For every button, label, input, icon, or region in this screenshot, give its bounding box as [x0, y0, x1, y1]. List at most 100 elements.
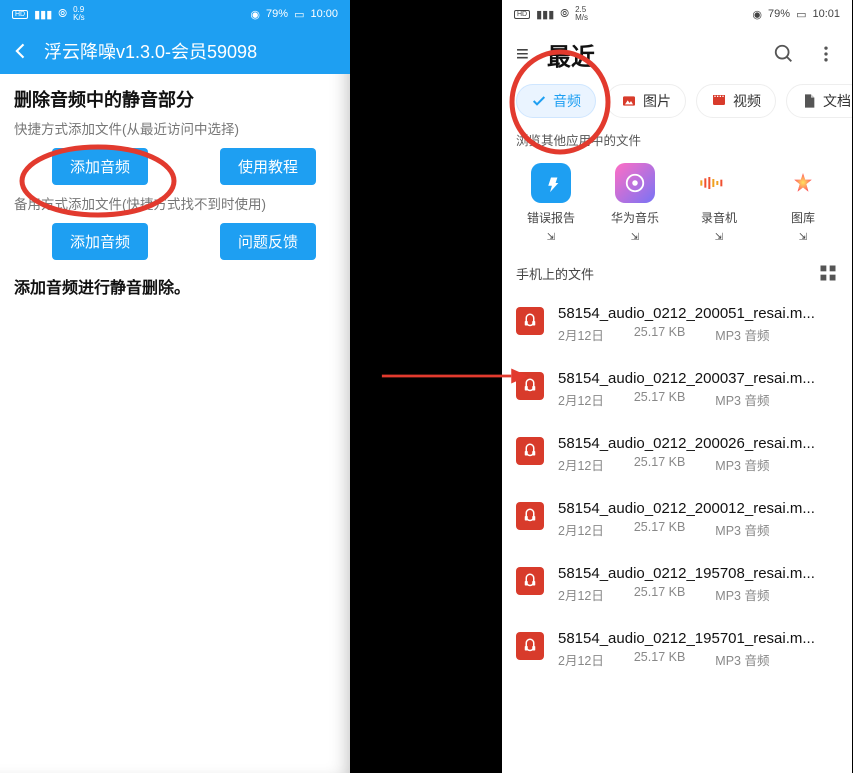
instruction-text: 添加音频进行静音删除。	[0, 268, 350, 304]
file-date: 2月12日	[558, 520, 604, 539]
audio-file-icon	[516, 632, 544, 660]
file-type: MP3 音频	[715, 455, 769, 474]
image-icon	[621, 93, 637, 109]
file-sub: 2月12日 25.17 KB MP3 音频	[558, 455, 838, 474]
audio-file-icon	[516, 437, 544, 465]
file-item[interactable]: 58154_audio_0212_195701_resai.m... 2月12日…	[502, 618, 852, 683]
shortcut-icon: ⇲	[799, 232, 807, 243]
app-hwmusic[interactable]: 华为音乐 ⇲	[600, 163, 670, 243]
files-on-phone-header: 手机上的文件	[502, 249, 852, 283]
back-icon[interactable]	[10, 40, 32, 62]
file-name: 58154_audio_0212_195708_resai.m...	[558, 565, 828, 582]
filter-chips: 音频 图片 视频 文档	[502, 80, 852, 126]
file-sub: 2月12日 25.17 KB MP3 音频	[558, 650, 838, 669]
hwmusic-icon	[615, 163, 655, 203]
app-gallery[interactable]: 图库 ⇲	[768, 163, 838, 243]
search-icon[interactable]	[772, 42, 796, 66]
files-on-phone-label: 手机上的文件	[516, 264, 594, 283]
file-meta: 58154_audio_0212_200012_resai.m... 2月12日…	[558, 500, 838, 539]
hamburger-icon[interactable]: ≡	[516, 41, 529, 67]
app-label: 图库	[791, 209, 815, 226]
file-name: 58154_audio_0212_200051_resai.m...	[558, 305, 828, 322]
chip-audio[interactable]: 音频	[516, 84, 596, 118]
file-size: 25.17 KB	[634, 520, 685, 539]
signal-icon: ▮▮▮	[34, 8, 52, 21]
more-icon[interactable]	[814, 42, 838, 66]
chip-label: 图片	[643, 91, 671, 111]
file-size: 25.17 KB	[634, 325, 685, 344]
battery-pct: 79%	[266, 8, 288, 20]
hd-icon: HD	[514, 10, 530, 19]
file-type: MP3 音频	[715, 650, 769, 669]
add-audio-button-2[interactable]: 添加音频	[52, 223, 148, 260]
file-date: 2月12日	[558, 390, 604, 409]
left-phone-screen: HD ▮▮▮ ⦾ 0.9K/s ◉ 79% ▭ 10:00 浮云降噪v1.3.0…	[0, 0, 350, 773]
file-name: 58154_audio_0212_200012_resai.m...	[558, 500, 828, 517]
shortcut-icon: ⇲	[631, 232, 639, 243]
file-type: MP3 音频	[715, 390, 769, 409]
wifi-icon: ⦾	[560, 8, 569, 21]
file-item[interactable]: 58154_audio_0212_200012_resai.m... 2月12日…	[502, 488, 852, 553]
net-speed: 2.5M/s	[575, 6, 588, 22]
file-size: 25.17 KB	[634, 455, 685, 474]
grid-view-icon[interactable]	[818, 263, 838, 283]
file-type: MP3 音频	[715, 325, 769, 344]
file-name: 58154_audio_0212_200037_resai.m...	[558, 370, 828, 387]
app-bar: 浮云降噪v1.3.0-会员59098	[0, 28, 350, 74]
tutorial-button[interactable]: 使用教程	[220, 148, 316, 185]
check-icon	[531, 93, 547, 109]
battery-pct: 79%	[768, 8, 790, 20]
battery-icon: ▭	[294, 8, 304, 21]
right-phone-screen: HD ▮▮▮ ⦾ 2.5M/s ◉ 79% ▭ 10:01 ≡ 最近	[502, 0, 852, 773]
app-label: 错误报告	[527, 209, 575, 226]
audio-file-icon	[516, 372, 544, 400]
chip-video[interactable]: 视频	[696, 84, 776, 118]
file-item[interactable]: 58154_audio_0212_200051_resai.m... 2月12日…	[502, 293, 852, 358]
signal-icon: ▮▮▮	[536, 8, 554, 21]
button-row-2: 添加音频 问题反馈	[0, 219, 350, 268]
file-date: 2月12日	[558, 585, 604, 604]
file-meta: 58154_audio_0212_195708_resai.m... 2月12日…	[558, 565, 838, 604]
app-recorder[interactable]: 录音机 ⇲	[684, 163, 754, 243]
app-bugreport[interactable]: 错误报告 ⇲	[516, 163, 586, 243]
status-right-icons: ◉ 79% ▭ 10:00	[250, 8, 338, 21]
eye-icon: ◉	[752, 8, 762, 21]
file-item[interactable]: 58154_audio_0212_200026_resai.m... 2月12日…	[502, 423, 852, 488]
file-size: 25.17 KB	[634, 390, 685, 409]
file-item[interactable]: 58154_audio_0212_195708_resai.m... 2月12日…	[502, 553, 852, 618]
bugreport-icon	[531, 163, 571, 203]
file-sub: 2月12日 25.17 KB MP3 音频	[558, 520, 838, 539]
audio-file-icon	[516, 567, 544, 595]
audio-file-icon	[516, 502, 544, 530]
file-date: 2月12日	[558, 455, 604, 474]
right-status-bar: HD ▮▮▮ ⦾ 2.5M/s ◉ 79% ▭ 10:01	[502, 0, 852, 28]
file-meta: 58154_audio_0212_200026_resai.m... 2月12日…	[558, 435, 838, 474]
file-list: 58154_audio_0212_200051_resai.m... 2月12日…	[502, 283, 852, 683]
file-item[interactable]: 58154_audio_0212_200037_resai.m... 2月12日…	[502, 358, 852, 423]
file-type: MP3 音频	[715, 520, 769, 539]
file-size: 25.17 KB	[634, 585, 685, 604]
file-sub: 2月12日 25.17 KB MP3 音频	[558, 325, 838, 344]
status-left-icons: HD ▮▮▮ ⦾ 0.9K/s	[12, 6, 85, 22]
chip-doc[interactable]: 文档	[786, 84, 852, 118]
feedback-button[interactable]: 问题反馈	[220, 223, 316, 260]
app-label: 录音机	[701, 209, 737, 226]
browse-apps-label: 浏览其他应用中的文件	[502, 126, 852, 153]
chip-label: 视频	[733, 91, 761, 111]
file-size: 25.17 KB	[634, 650, 685, 669]
recent-title: 最近	[547, 37, 595, 72]
file-meta: 58154_audio_0212_200037_resai.m... 2月12日…	[558, 370, 838, 409]
file-sub: 2月12日 25.17 KB MP3 音频	[558, 390, 838, 409]
wifi-icon: ⦾	[58, 8, 67, 21]
chip-image[interactable]: 图片	[606, 84, 686, 118]
recent-header: ≡ 最近	[502, 28, 852, 80]
hint-quick: 快捷方式添加文件(从最近访问中选择)	[0, 118, 350, 144]
chip-label: 音频	[553, 91, 581, 111]
apps-row: 错误报告 ⇲ 华为音乐 ⇲ 录音机 ⇲ 图库 ⇲	[502, 153, 852, 249]
app-title: 浮云降噪v1.3.0-会员59098	[44, 38, 257, 64]
app-label: 华为音乐	[611, 209, 659, 226]
recorder-icon	[699, 163, 739, 203]
file-date: 2月12日	[558, 325, 604, 344]
add-audio-button-1[interactable]: 添加音频	[52, 148, 148, 185]
hd-icon: HD	[12, 10, 28, 19]
